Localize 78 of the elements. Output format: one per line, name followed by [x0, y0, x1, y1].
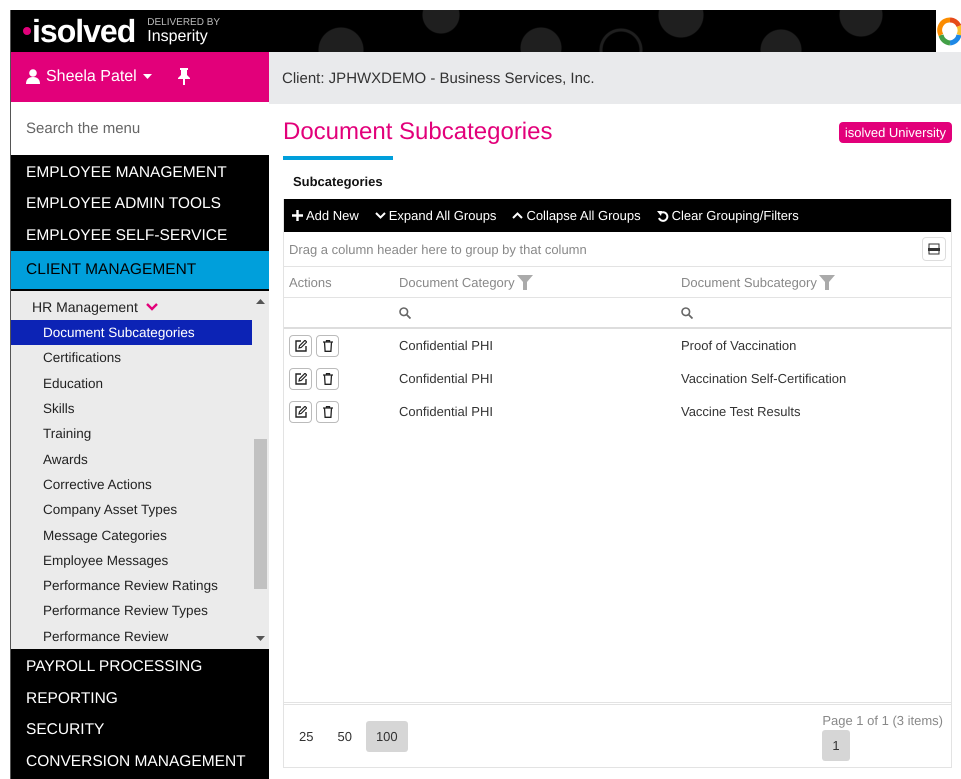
edit-button[interactable]	[289, 368, 312, 390]
table-cell: Vaccination Self-Certification	[681, 371, 846, 386]
column-header[interactable]: Document Category	[399, 274, 515, 290]
caret-icon	[142, 74, 152, 80]
page-info: Page 1 of 1 (3 items)	[822, 713, 943, 728]
group-panel-hint: Drag a column header here to group by that column	[289, 242, 587, 256]
wheel-logo-icon	[936, 10, 961, 52]
toolbar-button[interactable]: Clear Grouping/Filters	[656, 208, 799, 223]
menu-item[interactable]: Document Subcategories	[11, 320, 252, 346]
pencil-icon	[294, 340, 306, 352]
user-menu[interactable]: Sheela Patel	[26, 68, 152, 86]
menu-item[interactable]: Employee Messages	[11, 548, 252, 574]
menu-item[interactable]: Performance Review Types	[11, 598, 252, 624]
page-button[interactable]: 1	[822, 730, 850, 761]
toolbar-button[interactable]: Collapse All Groups	[512, 208, 641, 223]
trash-icon	[322, 372, 332, 384]
menu-search-field[interactable]: Search the menu	[11, 102, 269, 155]
menu-item[interactable]: Education	[11, 370, 252, 396]
scroll-up-arrow-icon[interactable]	[256, 299, 265, 304]
tab[interactable]: Subcategories	[283, 156, 393, 194]
delivered-by-label: DELIVERED BY	[147, 16, 220, 28]
trash-icon	[322, 406, 332, 418]
user-icon	[26, 69, 40, 84]
page-size-option[interactable]: 25	[289, 720, 324, 752]
menu-section[interactable]: SECURITY	[11, 714, 269, 746]
table-cell: Confidential PHI	[399, 371, 493, 386]
column-header[interactable]: Actions	[289, 274, 332, 290]
search-icon[interactable]	[681, 306, 693, 318]
edit-button[interactable]	[289, 400, 312, 422]
menu-section[interactable]: EMPLOYEE SELF-SERVICE	[11, 220, 269, 252]
page-size-option[interactable]: 50	[327, 720, 362, 752]
chevron-up-icon	[512, 212, 524, 219]
logo: isolved	[32, 12, 136, 50]
delete-button[interactable]	[316, 334, 339, 356]
spreadsheet-icon	[928, 243, 940, 255]
toolbar-button[interactable]: Expand All Groups	[374, 208, 496, 223]
page-size-option[interactable]: 100	[366, 720, 408, 752]
logo-dot	[23, 27, 31, 35]
menu-item[interactable]: Skills	[11, 396, 252, 422]
menu-item[interactable]: Message Categories	[11, 522, 252, 548]
menu-item[interactable]: Training	[11, 421, 252, 447]
column-header[interactable]: Document Subcategory	[681, 274, 817, 290]
table-cell: Vaccine Test Results	[681, 404, 800, 419]
menu-item[interactable]: Performance Review	[11, 624, 252, 649]
export-button[interactable]	[922, 237, 946, 261]
pencil-icon	[294, 406, 306, 418]
pin-icon[interactable]	[178, 68, 190, 86]
scroll-down-arrow-icon[interactable]	[256, 636, 265, 641]
menu-item[interactable]: Corrective Actions	[11, 472, 252, 498]
university-link[interactable]: isolved University	[838, 122, 952, 142]
trash-icon	[322, 340, 332, 352]
chevron-down-icon	[146, 302, 158, 311]
edit-button[interactable]	[289, 334, 312, 356]
client-name: Client: JPHWXDEMO - Business Services, Inc.	[282, 70, 595, 86]
menu-section[interactable]: EMPLOYEE ADMIN TOOLS	[11, 188, 269, 220]
table-cell: Confidential PHI	[399, 404, 493, 419]
menu-group[interactable]: HR Management	[11, 293, 252, 320]
menu-section[interactable]: REPORTING	[11, 682, 269, 714]
menu-section[interactable]: PAYROLL PROCESSING	[11, 651, 269, 682]
pencil-icon	[294, 372, 306, 384]
page-title: Document Subcategories	[283, 118, 552, 146]
menu-section[interactable]: CONVERSION MANAGEMENT	[11, 746, 269, 777]
delete-button[interactable]	[316, 400, 339, 422]
search-icon[interactable]	[399, 306, 411, 318]
partner-name: Insperity	[147, 28, 209, 46]
delete-button[interactable]	[316, 368, 339, 390]
plus-icon	[292, 210, 303, 221]
table-cell: Proof of Vaccination	[681, 338, 796, 353]
chevron-down-icon	[374, 212, 386, 219]
menu-section[interactable]: EMPLOYEE MANAGEMENT	[11, 156, 269, 188]
table-cell: Confidential PHI	[399, 338, 493, 353]
menu-section[interactable]: CLIENT MANAGEMENT	[11, 251, 269, 290]
undo-icon	[656, 210, 669, 222]
menu-item[interactable]: Awards	[11, 446, 252, 472]
menu-item[interactable]: Certifications	[11, 345, 252, 371]
menu-item[interactable]: Performance Review Ratings	[11, 573, 252, 598]
menu-item[interactable]: Company Asset Types	[11, 497, 252, 523]
toolbar-button[interactable]: Add New	[292, 208, 359, 223]
